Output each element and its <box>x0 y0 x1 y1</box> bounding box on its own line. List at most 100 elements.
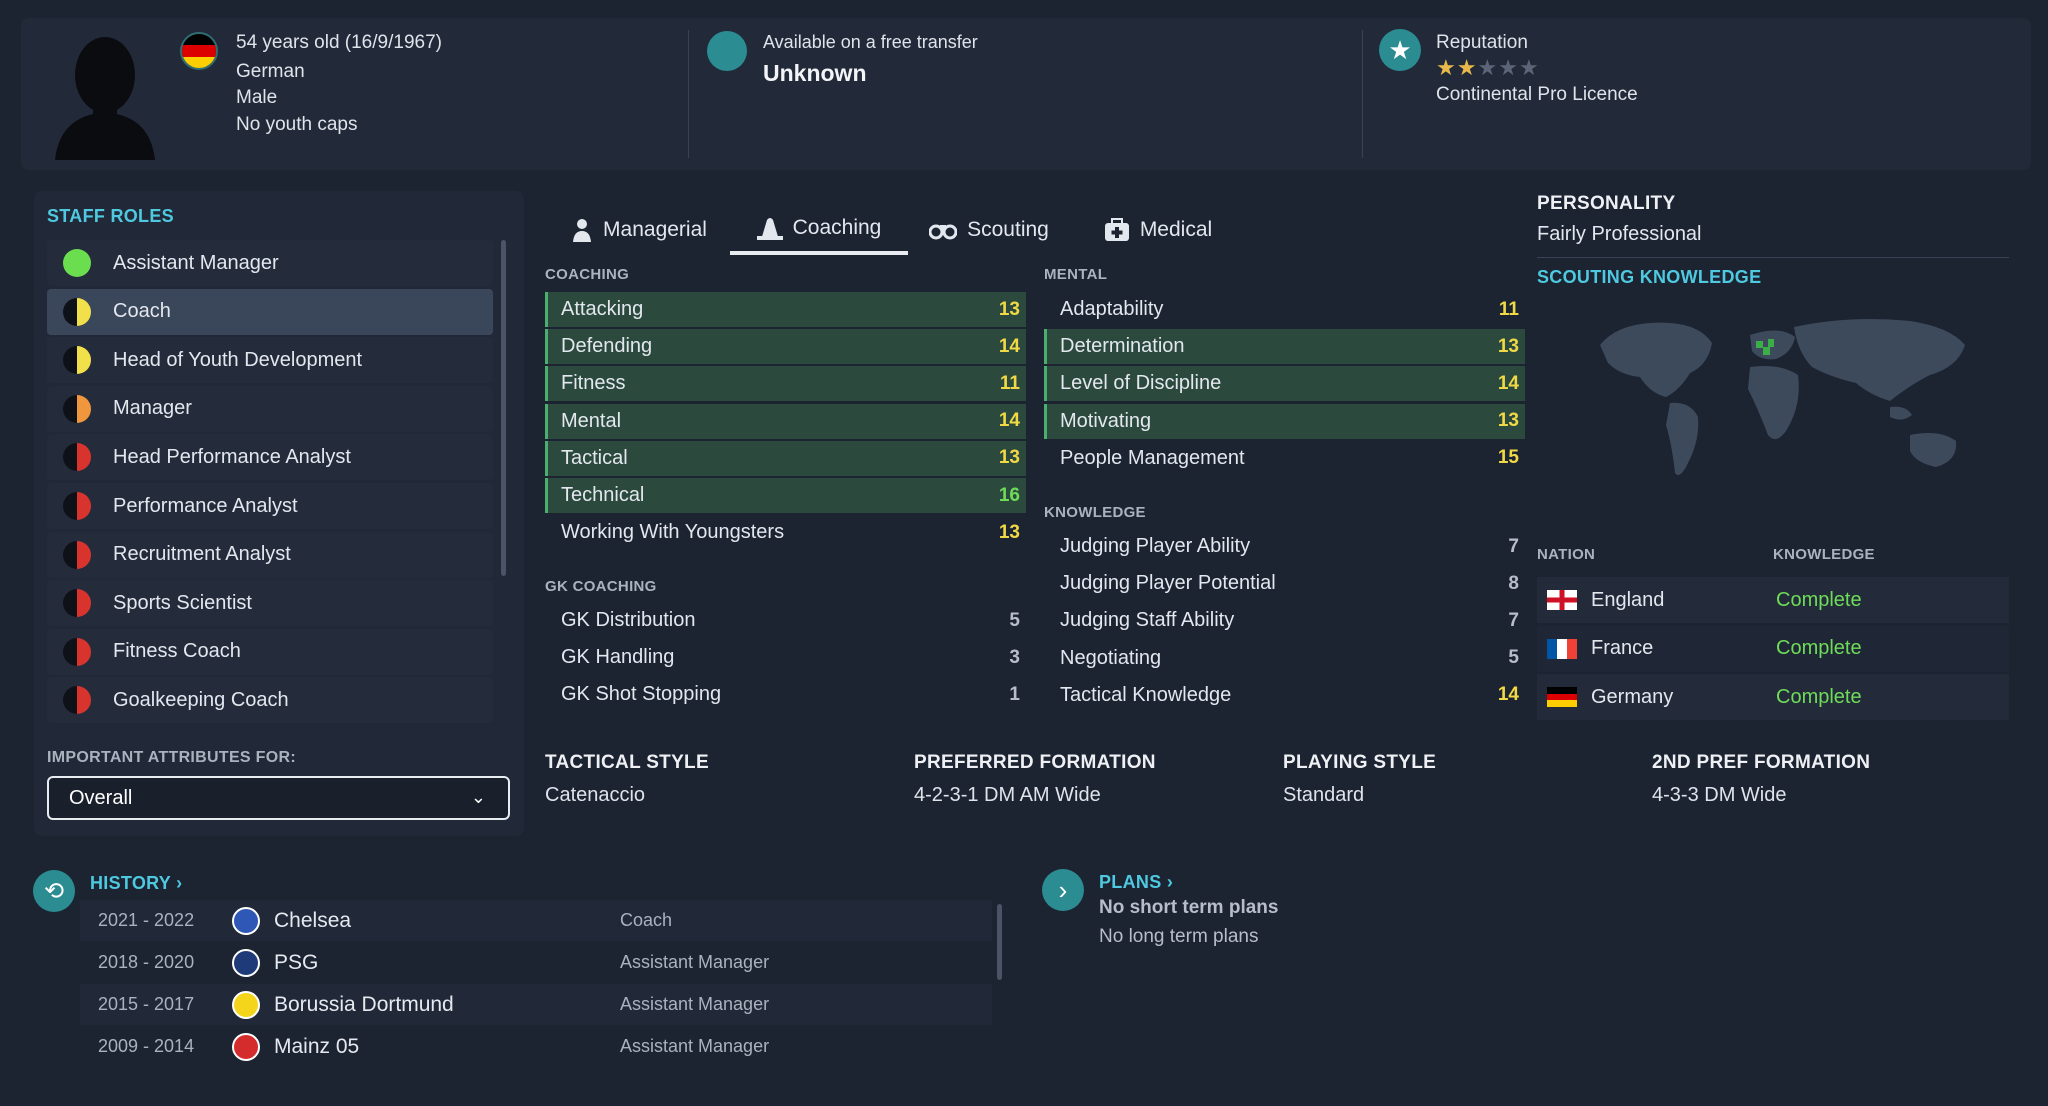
attribute-value: 14 <box>998 335 1020 357</box>
star-icon: ★ <box>1477 55 1499 80</box>
history-row[interactable]: 2009 - 2014 Mainz 05 Assistant Manager <box>80 1026 992 1067</box>
header-divider <box>688 30 689 158</box>
nation-row[interactable]: England Complete <box>1537 577 2009 623</box>
attribute-row: Defending 14 <box>545 329 1026 365</box>
nationality: German <box>236 61 305 82</box>
role-suitability-icon <box>63 249 91 277</box>
club-badge-icon <box>232 906 260 935</box>
attribute-name: Fitness <box>561 372 626 395</box>
history-row[interactable]: 2018 - 2020 PSG Assistant Manager <box>80 942 992 983</box>
attribute-value: 13 <box>1497 335 1519 357</box>
playing-style-title: PLAYING STYLE <box>1283 752 1437 773</box>
club-badge-icon <box>232 990 260 1019</box>
staff-role-item[interactable]: Fitness Coach <box>47 628 493 675</box>
knowledge-level: Complete <box>1776 588 1862 611</box>
history-link[interactable]: HISTORY › <box>90 873 182 894</box>
staff-role-label: Sports Scientist <box>113 591 252 614</box>
attribute-row: Negotiating 5 <box>1044 641 1525 676</box>
attribute-name: Tactical Knowledge <box>1060 683 1232 706</box>
germany-flag-icon <box>1547 687 1577 708</box>
knowledge-title: KNOWLEDGE <box>1044 504 1146 521</box>
staff-role-item[interactable]: Manager <box>47 385 493 432</box>
role-suitability-icon <box>63 637 91 666</box>
nation-row[interactable]: France Complete <box>1537 625 2009 672</box>
attribute-name: Tactical <box>561 446 628 469</box>
staff-role-item[interactable]: Goalkeeping Coach <box>47 677 493 724</box>
roles-scrollbar[interactable] <box>501 240 506 576</box>
coaching-title: COACHING <box>545 266 630 283</box>
transfer-value: Unknown <box>763 60 867 86</box>
preferred-formation-title: PREFERRED FORMATION <box>914 752 1156 773</box>
attribute-row: Judging Player Potential 8 <box>1044 566 1525 601</box>
attribute-name: Working With Youngsters <box>561 521 785 544</box>
tab-label: Coaching <box>792 216 882 239</box>
personality-value: Fairly Professional <box>1537 223 1702 245</box>
nation-name: France <box>1591 637 1654 660</box>
attribute-row: People Management 15 <box>1044 441 1525 476</box>
staff-role-item[interactable]: Recruitment Analyst <box>47 531 493 578</box>
germany-flag-icon <box>180 32 218 70</box>
reputation-label: Reputation <box>1436 32 1528 53</box>
header-divider <box>1362 30 1363 158</box>
attribute-row: Attacking 13 <box>545 292 1026 327</box>
managerial-icon <box>573 219 592 242</box>
staff-role-label: Manager <box>113 397 192 420</box>
star-icon: ★ <box>1379 29 1421 71</box>
staff-role-item[interactable]: Sports Scientist <box>47 580 493 627</box>
important-attributes-select[interactable]: Overall ⌄ <box>47 776 510 820</box>
tab-medical[interactable]: Medical <box>1093 205 1223 255</box>
role-suitability-icon <box>63 297 91 326</box>
tab-scouting[interactable]: Scouting <box>925 205 1053 255</box>
mental-title: MENTAL <box>1044 266 1108 283</box>
role-suitability-icon <box>63 394 91 423</box>
history-years: 2018 - 2020 <box>98 952 195 972</box>
history-years: 2009 - 2014 <box>98 1036 195 1056</box>
coaching-icon <box>756 218 783 240</box>
staff-role-item[interactable]: Assistant Manager <box>47 240 493 286</box>
attribute-value: 13 <box>998 298 1020 320</box>
staff-role-item[interactable]: Head Performance Analyst <box>47 434 493 481</box>
attribute-value: 11 <box>999 372 1020 394</box>
attribute-row: Tactical 13 <box>545 440 1026 476</box>
tactical-style-value: Catenaccio <box>545 784 646 806</box>
attribute-value: 16 <box>998 484 1020 506</box>
chevron-down-icon: ⌄ <box>470 787 486 807</box>
staff-role-item[interactable]: Head of Youth Development <box>47 337 493 384</box>
history-years: 2021 - 2022 <box>98 910 195 930</box>
transfer-status-icon <box>707 31 747 71</box>
attribute-name: Level of Discipline <box>1060 372 1222 395</box>
attribute-name: GK Handling <box>561 646 675 669</box>
attribute-value: 14 <box>1497 684 1519 706</box>
history-row[interactable]: 2021 - 2022 Chelsea Coach <box>80 900 992 941</box>
history-scrollbar[interactable] <box>997 904 1002 980</box>
nation-name: England <box>1591 588 1665 611</box>
staff-role-item[interactable]: Coach <box>47 288 493 335</box>
attribute-value: 3 <box>1009 646 1020 668</box>
staff-role-label: Fitness Coach <box>113 640 241 663</box>
nation-row[interactable]: Germany Complete <box>1537 674 2009 721</box>
history-years: 2015 - 2017 <box>98 994 195 1014</box>
preferred-formation-value: 4-2-3-1 DM AM Wide <box>914 784 1101 806</box>
role-suitability-icon <box>63 589 91 618</box>
attribute-name: Judging Staff Ability <box>1060 609 1235 632</box>
staff-role-label: Head Performance Analyst <box>113 445 351 468</box>
star-icon: ★ <box>1456 55 1478 80</box>
attribute-name: People Management <box>1060 446 1245 469</box>
chevron-right-icon: › <box>1042 869 1084 911</box>
attribute-row: Judging Player Ability 7 <box>1044 529 1525 564</box>
club-name: Borussia Dortmund <box>274 992 454 1016</box>
attribute-name: Motivating <box>1060 409 1152 432</box>
attribute-row: Level of Discipline 14 <box>1044 366 1525 402</box>
tab-managerial[interactable]: Managerial <box>565 205 713 255</box>
staff-role-item[interactable]: Performance Analyst <box>47 483 493 529</box>
attribute-value: 13 <box>998 447 1020 469</box>
attribute-name: Attacking <box>561 298 644 320</box>
plans-title: PLANS <box>1099 872 1162 892</box>
history-icon: ⟲ <box>33 870 75 912</box>
reputation-stars: ★★★★★ <box>1436 55 1540 81</box>
attribute-value: 5 <box>1009 609 1020 631</box>
history-row[interactable]: 2015 - 2017 Borussia Dortmund Assistant Ma… <box>80 984 992 1025</box>
tab-label: Managerial <box>603 218 707 241</box>
plans-link[interactable]: PLANS › <box>1099 872 1173 893</box>
tab-coaching[interactable]: Coaching <box>730 205 908 255</box>
